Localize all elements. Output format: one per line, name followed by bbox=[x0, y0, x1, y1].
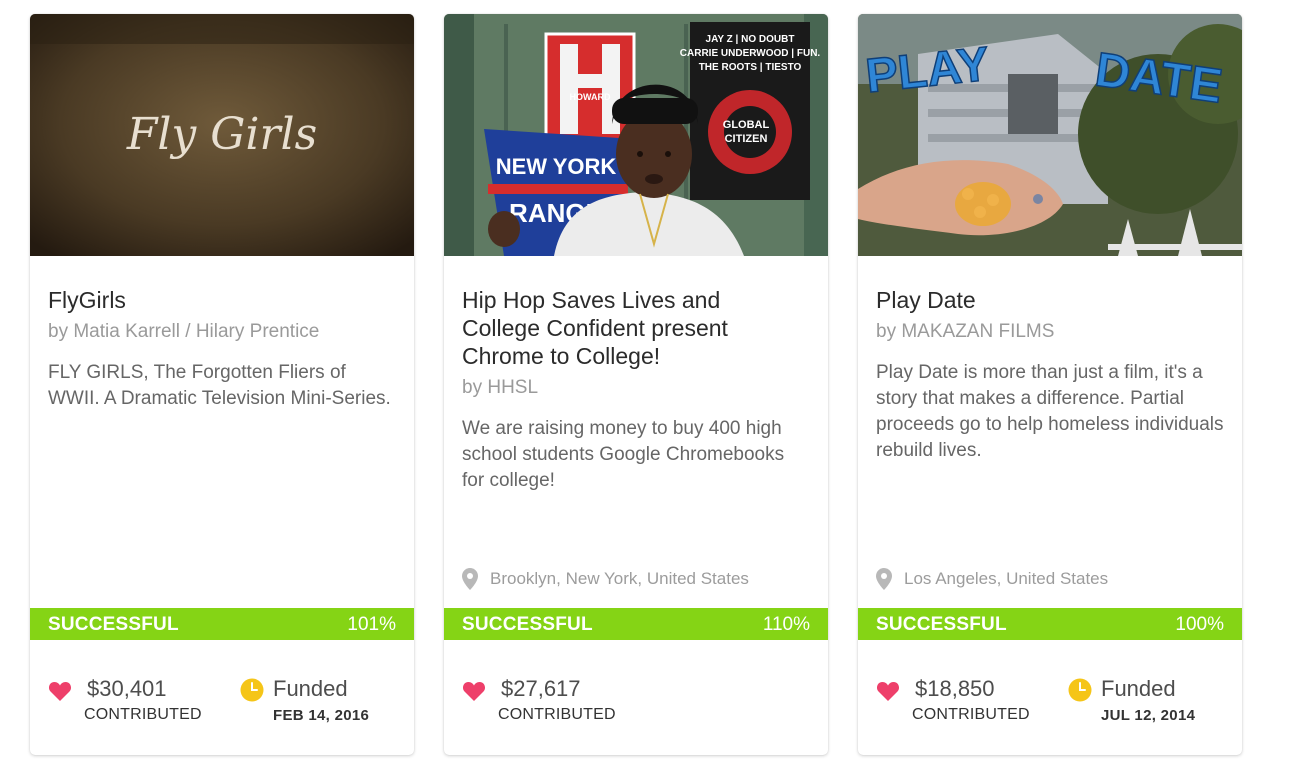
project-description: We are raising money to buy 400 high sch… bbox=[462, 418, 785, 491]
project-title[interactable]: Hip Hop Saves Lives and College Confiden… bbox=[462, 286, 802, 370]
contributed-label: CONTRIBUTED bbox=[84, 706, 202, 723]
status-label: SUCCESSFUL bbox=[48, 614, 179, 635]
svg-text:GLOBAL: GLOBAL bbox=[723, 119, 770, 131]
clock-icon bbox=[1068, 678, 1092, 702]
svg-text:NEW YORK: NEW YORK bbox=[496, 154, 617, 179]
status-bar: SUCCESSFUL 101% bbox=[30, 608, 414, 640]
status-bar: SUCCESSFUL 100% bbox=[858, 608, 1242, 640]
project-title[interactable]: Play Date bbox=[876, 286, 1216, 314]
status-bar: SUCCESSFUL 110% bbox=[444, 608, 828, 640]
heart-icon bbox=[876, 682, 900, 701]
project-thumbnail[interactable]: Fly Girls bbox=[30, 14, 414, 256]
funding-percent: 100% bbox=[1175, 614, 1224, 635]
funded-label: Funded bbox=[1101, 676, 1176, 701]
location-pin-icon bbox=[876, 568, 892, 590]
status-label: SUCCESSFUL bbox=[462, 614, 593, 635]
funded-date: JUL 12, 2014 bbox=[1101, 707, 1196, 724]
project-thumbnail[interactable]: HOWARD NEW YORK RANGE JAY Z | NO DOUBT C… bbox=[444, 14, 828, 256]
amount-contributed: $27,617 bbox=[501, 676, 581, 701]
project-description: Play Date is more than just a film, it's… bbox=[876, 362, 1224, 461]
location-text: Brooklyn, New York, United States bbox=[490, 569, 749, 588]
svg-text:CITIZEN: CITIZEN bbox=[725, 133, 768, 145]
funded-date: FEB 14, 2016 bbox=[273, 707, 370, 724]
project-author: by MAKAZAN FILMS bbox=[876, 321, 1055, 342]
project-author: by Matia Karrell / Hilary Prentice bbox=[48, 321, 320, 342]
status-label: SUCCESSFUL bbox=[876, 614, 1007, 635]
project-location: Los Angeles, United States bbox=[876, 568, 1108, 590]
project-card-play-date[interactable]: PLAY DATE Play Date by MAKAZAN FILMS Pla… bbox=[858, 14, 1242, 755]
project-description: FLY GIRLS, The Forgotten Fliers of WWII.… bbox=[48, 362, 391, 409]
svg-text:CARRIE UNDERWOOD | FUN.: CARRIE UNDERWOOD | FUN. bbox=[680, 48, 821, 59]
amount-contributed: $18,850 bbox=[915, 676, 995, 701]
project-card-hip-hop-saves-lives[interactable]: HOWARD NEW YORK RANGE JAY Z | NO DOUBT C… bbox=[444, 14, 828, 755]
location-text: Los Angeles, United States bbox=[904, 569, 1109, 588]
svg-text:Fly Girls: Fly Girls bbox=[126, 109, 317, 160]
amount-contributed: $30,401 bbox=[87, 676, 167, 701]
project-thumbnail[interactable]: PLAY DATE bbox=[858, 14, 1242, 256]
project-location: Brooklyn, New York, United States bbox=[462, 568, 749, 590]
svg-text:THE ROOTS | TIESTO: THE ROOTS | TIESTO bbox=[699, 62, 802, 73]
contributed-label: CONTRIBUTED bbox=[912, 706, 1030, 723]
svg-text:JAY Z | NO DOUBT: JAY Z | NO DOUBT bbox=[706, 34, 795, 45]
clock-icon bbox=[240, 678, 264, 702]
heart-icon bbox=[462, 682, 486, 701]
project-title[interactable]: FlyGirls bbox=[48, 286, 388, 314]
contributed-label: CONTRIBUTED bbox=[498, 706, 616, 723]
funded-label: Funded bbox=[273, 676, 348, 701]
project-author: by HHSL bbox=[462, 377, 539, 398]
svg-text:HOWARD: HOWARD bbox=[570, 92, 611, 102]
funding-percent: 101% bbox=[347, 614, 396, 635]
project-card-flygirls[interactable]: Fly Girls FlyGirls by Matia Karrell / Hi… bbox=[30, 14, 414, 755]
location-pin-icon bbox=[462, 568, 478, 590]
heart-icon bbox=[48, 682, 72, 701]
funding-percent: 110% bbox=[762, 614, 810, 635]
